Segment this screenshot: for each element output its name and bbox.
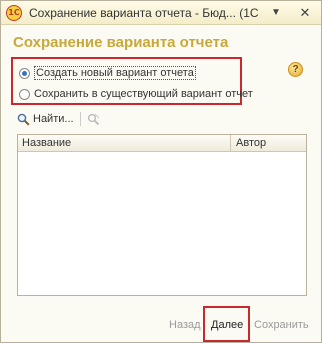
radio-create-new-label[interactable]: Создать новый вариант отчета [34, 66, 196, 80]
next-button-highlight [203, 306, 250, 342]
variants-table[interactable]: Название Автор [17, 134, 307, 296]
radio-save-existing[interactable]: Сохранить в существующий вариант отчет [19, 86, 253, 102]
cancel-search-icon [87, 113, 99, 125]
back-button[interactable]: Назад [169, 319, 201, 333]
radio-button-unchecked[interactable] [19, 88, 30, 100]
radio-save-existing-label[interactable]: Сохранить в существующий вариант отчет [34, 88, 253, 100]
help-icon[interactable]: ? [288, 62, 303, 77]
find-button-label: Найти... [33, 113, 74, 125]
table-header: Название Автор [18, 135, 306, 152]
column-header-name[interactable]: Название [22, 137, 71, 149]
cancel-search-button[interactable] [87, 113, 100, 126]
radio-create-new[interactable]: Создать новый вариант отчета [19, 65, 196, 81]
radio-button-checked[interactable] [19, 67, 30, 79]
column-divider[interactable] [230, 135, 231, 152]
toolbar-divider [79, 112, 81, 126]
table-toolbar: Найти... [17, 109, 100, 129]
window-title: Сохранение варианта отчета - Бюд... (1С:… [29, 6, 259, 20]
dialog-window: 1С Сохранение варианта отчета - Бюд... (… [0, 0, 322, 343]
close-icon[interactable]: ✕ [297, 5, 313, 21]
search-icon [17, 113, 30, 126]
window-menu-icon[interactable]: ▼ [268, 5, 284, 21]
column-header-author[interactable]: Автор [236, 137, 266, 149]
save-mode-radio-group: Создать новый вариант отчета Сохранить в… [11, 57, 253, 105]
title-bar: 1С Сохранение варианта отчета - Бюд... (… [1, 1, 321, 25]
1c-logo-icon: 1С [6, 5, 22, 21]
find-button[interactable]: Найти... [17, 113, 74, 126]
page-title: Сохранение варианта отчета [13, 34, 229, 51]
save-button[interactable]: Сохранить [254, 319, 309, 333]
